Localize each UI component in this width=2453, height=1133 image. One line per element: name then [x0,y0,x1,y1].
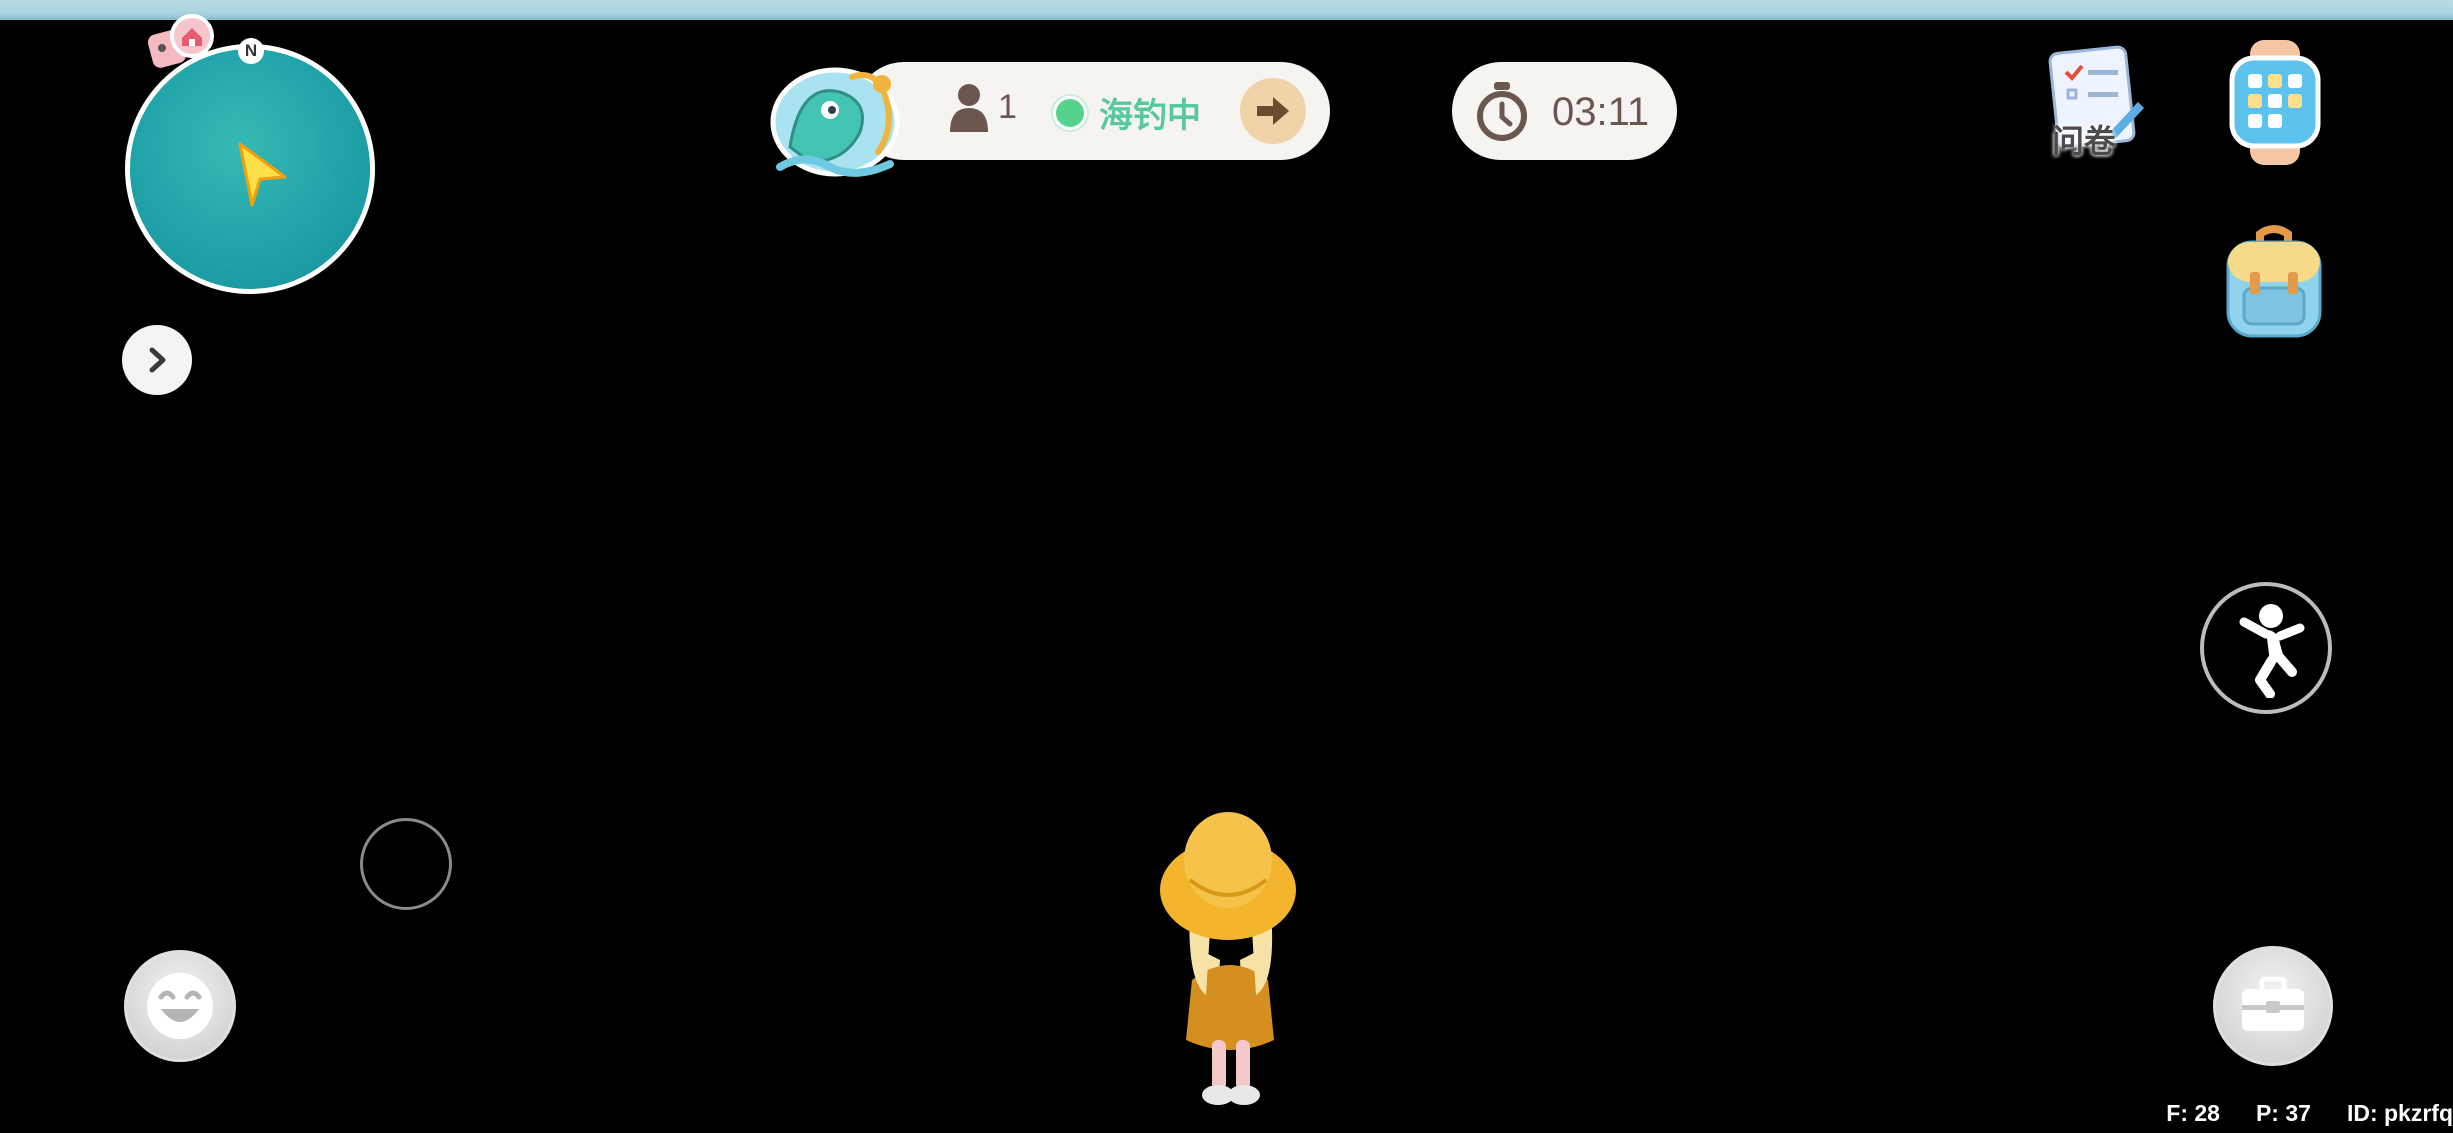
movement-joystick[interactable] [360,818,452,910]
player-arrow-icon [238,142,287,207]
jump-button[interactable] [2200,582,2332,714]
smartwatch-icon[interactable] [2220,40,2330,165]
home-marker-icon[interactable] [146,14,216,78]
timer-value: 03:11 [1552,90,1650,134]
chevron-right-icon [149,347,166,373]
player-count-value: 1 [998,87,1017,126]
compass-north: N [238,38,264,64]
survey-label: 问卷 [2052,123,2117,159]
minimap[interactable] [125,44,375,294]
person-icon [950,84,988,132]
status-dot [1053,95,1087,130]
arrow-right-icon [1257,97,1289,125]
expand-panel-button[interactable] [122,325,192,395]
player-count: 1 [948,82,1017,132]
emote-button[interactable] [124,950,236,1062]
top-water-strip [0,0,2453,20]
fishing-status-label: 海钓中 [1099,97,1201,135]
toolbox-icon [2242,977,2304,1031]
fishing-status: 海钓中 [1053,88,1201,137]
player-character [1160,812,1296,1105]
toolbox-button[interactable] [2213,946,2333,1066]
fishing-event-icon [770,67,900,177]
backpack-icon[interactable] [2218,222,2330,340]
go-arrow-button[interactable] [1240,78,1306,144]
fps-stat: F: 28 [2166,1100,2220,1126]
ping-stat: P: 37 [2255,1100,2311,1126]
debug-stats: F: 28 P: 37 ID: pkzrfq [2166,1100,2453,1127]
player-id: ID: pkzrfq [2346,1100,2453,1126]
smiley-icon [147,973,213,1039]
jump-figure-icon [2239,604,2305,698]
stopwatch-icon [1477,82,1527,141]
